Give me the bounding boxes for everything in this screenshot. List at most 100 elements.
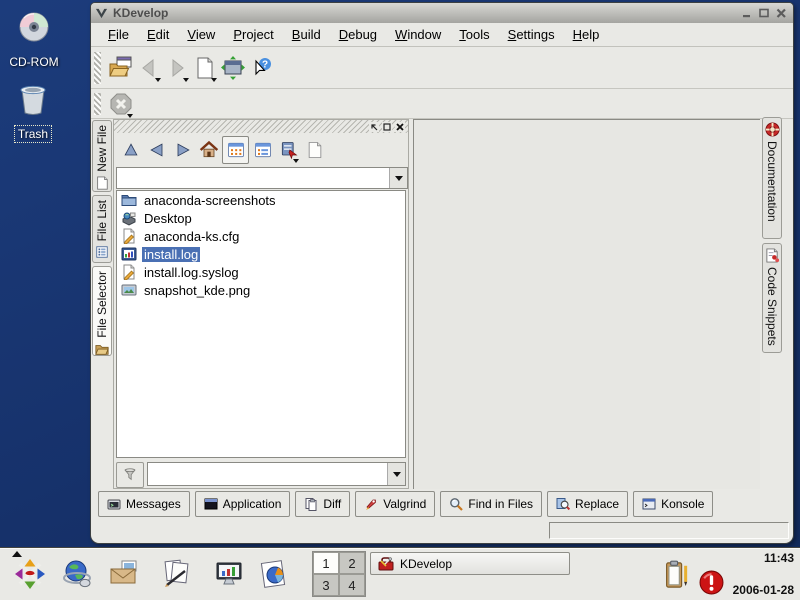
tab-valgrind[interactable]: Valgrind [355,491,435,517]
tab-new-file[interactable]: New File [92,120,112,192]
tab-find-in-files[interactable]: Find in Files [440,491,542,517]
menu-build[interactable]: Build [283,25,330,44]
menu-project[interactable]: Project [224,25,282,44]
desktop-icon-trash[interactable]: Trash [1,82,65,143]
forward-dropdown-arrow[interactable] [183,78,189,82]
detailed-view-icon [253,140,273,160]
menu-settings[interactable]: Settings [499,25,564,44]
path-combobox[interactable] [116,167,408,189]
tab-file-selector[interactable]: File Selector [92,266,112,356]
desktop-icon-label: Trash [15,126,51,142]
pager-desktop-4[interactable]: 4 [339,574,365,596]
filter-combobox[interactable] [147,462,406,486]
open-project-button[interactable] [107,54,135,82]
bookmarks-button[interactable] [276,137,301,163]
path-combobox-dropdown[interactable] [389,168,407,188]
taskbar-task-kdevelop[interactable]: KDevelop [370,552,570,575]
clipboard-icon [664,560,690,590]
back-button[interactable] [135,54,163,82]
pager-desktop-3[interactable]: 3 [313,574,339,596]
file-row-selected[interactable]: install.log [117,245,405,263]
web-browser-launcher[interactable] [60,557,94,591]
tab-diff[interactable]: Diff [295,491,350,517]
home-icon [199,140,219,160]
spreadsheet-launcher[interactable] [258,557,292,591]
tab-application[interactable]: Application [195,491,291,517]
window-titlebar[interactable]: KDevelop [91,3,793,23]
file-row[interactable]: anaconda-ks.cfg [117,227,405,245]
folder-icon [121,192,137,208]
tab-documentation[interactable]: Documentation [762,117,782,239]
start-menu-button[interactable] [13,557,47,591]
desktop-icon-cdrom[interactable]: CD-ROM [2,10,66,71]
forward-button[interactable] [163,54,191,82]
bottom-tool-tabbar: Messages Application Diff Valgrind [91,489,793,519]
cdrom-icon [16,10,52,46]
tab-code-snippets[interactable]: Code Snippets [762,243,782,353]
toolbar-handle[interactable] [94,52,101,83]
filter-row [116,462,406,486]
alert-tray-icon[interactable] [697,568,725,596]
word-processor-launcher[interactable] [160,557,194,591]
menu-file[interactable]: File [99,25,138,44]
path-combobox-value[interactable] [117,168,389,188]
file-row[interactable]: install.log.syslog [117,263,405,281]
web-browser-icon [61,558,93,590]
new-file-icon [95,176,109,190]
tab-replace[interactable]: Replace [547,491,628,517]
file-row[interactable]: anaconda-screenshots [117,191,405,209]
menu-tools[interactable]: Tools [450,25,498,44]
raise-editor-button[interactable] [219,54,247,82]
up-button[interactable] [118,137,143,163]
presentation-launcher[interactable] [213,557,247,591]
stop-dropdown-arrow[interactable] [127,114,133,118]
menu-view[interactable]: View [178,25,224,44]
tab-file-list[interactable]: File List [92,195,112,263]
new-file-dropdown-arrow[interactable] [211,78,217,82]
new-file-button[interactable] [191,54,219,82]
file-list-icon [95,245,109,259]
dock-close-button[interactable] [395,122,405,132]
close-button[interactable] [774,6,789,21]
maximize-button[interactable] [757,6,772,21]
dock-undock-button[interactable] [369,122,379,132]
whats-this-button[interactable]: ? [247,54,275,82]
filter-button[interactable] [116,462,144,488]
new-file-button[interactable] [302,137,327,163]
pager-desktop-2[interactable]: 2 [339,552,365,574]
kdevelop-logo-icon [95,7,108,20]
dock-maximize-button[interactable] [382,122,392,132]
toolbar-handle[interactable] [94,93,101,115]
clock-date: 2006-01-28 [733,583,794,597]
taskbar-clock[interactable]: 11:43 2006-01-28 [733,551,794,597]
pager-desktop-1[interactable]: 1 [313,552,339,574]
tab-konsole[interactable]: Konsole [633,491,713,517]
menu-edit[interactable]: Edit [138,25,178,44]
email-launcher[interactable] [108,557,142,591]
menu-debug[interactable]: Debug [330,25,386,44]
detailed-view-button[interactable] [250,137,275,163]
back-button[interactable] [144,137,169,163]
back-dropdown-arrow[interactable] [155,78,161,82]
minimize-button[interactable] [740,6,755,21]
clipboard-tray-icon[interactable] [663,560,691,590]
filter-combobox-dropdown[interactable] [387,463,405,485]
back-icon [147,140,167,160]
file-row[interactable]: snapshot_kde.png [117,281,405,299]
right-dock-tabbar: Documentation Code Snippets [762,117,784,487]
home-button[interactable] [196,137,221,163]
short-view-button[interactable] [222,136,249,164]
menu-window[interactable]: Window [386,25,450,44]
funnel-icon [122,467,138,483]
bookmarks-dropdown-arrow[interactable] [293,159,299,163]
filter-combobox-value[interactable] [148,463,387,485]
new-file-icon [305,140,325,160]
tab-messages[interactable]: Messages [98,491,190,517]
menu-help[interactable]: Help [564,25,609,44]
file-row[interactable]: Desktop [117,209,405,227]
dock-header[interactable] [114,120,408,133]
file-list[interactable]: anaconda-screenshots Desktop anaconda-ks… [116,190,406,458]
stop-button[interactable] [107,90,135,118]
word-processor-icon [161,558,193,590]
forward-button[interactable] [170,137,195,163]
